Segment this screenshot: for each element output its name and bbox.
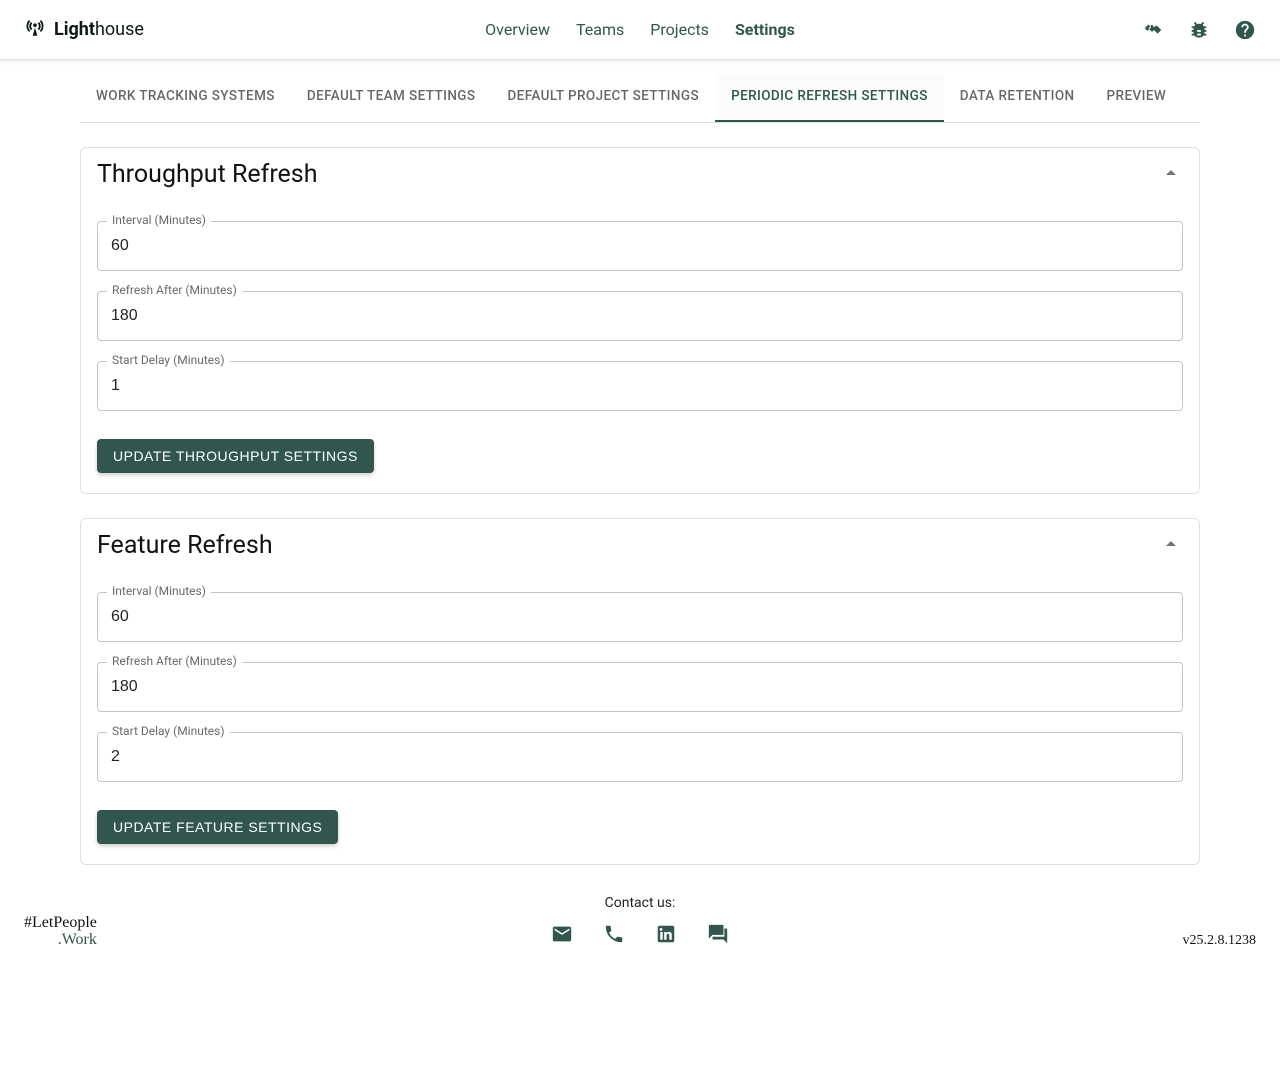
throughput-refresh-header[interactable]: Throughput Refresh: [81, 148, 1199, 193]
feature-refresh-after-input[interactable]: [97, 662, 1183, 712]
primary-nav: Overview Teams Projects Settings: [485, 20, 795, 39]
feature-refresh-card: Feature Refresh Interval (Minutes) Refre…: [80, 518, 1200, 865]
chat-icon[interactable]: [707, 923, 729, 949]
throughput-start-delay-input[interactable]: [97, 361, 1183, 411]
update-feature-button[interactable]: Update Feature Settings: [97, 810, 338, 844]
nav-overview[interactable]: Overview: [485, 20, 550, 39]
throughput-interval-input[interactable]: [97, 221, 1183, 271]
feature-start-delay-field: Start Delay (Minutes): [97, 732, 1183, 782]
throughput-refresh-card: Throughput Refresh Interval (Minutes) Re…: [80, 147, 1200, 494]
slogan-line2: .Work: [24, 932, 97, 949]
tab-work-tracking-systems[interactable]: Work Tracking Systems: [80, 74, 291, 122]
version-label: v25.2.8.1238: [1183, 933, 1257, 949]
chevron-up-icon: [1159, 532, 1183, 560]
linkedin-icon[interactable]: [655, 923, 677, 949]
tab-default-team-settings[interactable]: Default Team Settings: [291, 74, 492, 122]
nav-settings[interactable]: Settings: [735, 20, 795, 39]
app-header: Lighthouse Overview Teams Projects Setti…: [0, 0, 1280, 60]
handshake-icon[interactable]: [1142, 19, 1164, 41]
tab-data-retention[interactable]: Data Retention: [944, 74, 1091, 122]
slogan-line1: #LetPeople: [24, 914, 97, 931]
phone-icon[interactable]: [603, 923, 625, 949]
tab-default-project-settings[interactable]: Default Project Settings: [491, 74, 715, 122]
feature-interval-field: Interval (Minutes): [97, 592, 1183, 642]
start-delay-label: Start Delay (Minutes): [107, 353, 230, 367]
interval-label: Interval (Minutes): [107, 213, 211, 227]
throughput-refresh-after-input[interactable]: [97, 291, 1183, 341]
settings-subtabs: Work Tracking Systems Default Team Setti…: [80, 74, 1200, 123]
app-footer: #LetPeople .Work Contact us: v25.2.8.123…: [0, 905, 1280, 965]
throughput-start-delay-field: Start Delay (Minutes): [97, 361, 1183, 411]
tab-periodic-refresh-settings[interactable]: Periodic Refresh Settings: [715, 74, 944, 122]
refresh-after-label: Refresh After (Minutes): [107, 654, 242, 668]
throughput-refresh-title: Throughput Refresh: [97, 160, 317, 189]
interval-label: Interval (Minutes): [107, 584, 211, 598]
throughput-refresh-after-field: Refresh After (Minutes): [97, 291, 1183, 341]
update-throughput-button[interactable]: Update Throughput Settings: [97, 439, 374, 473]
help-icon[interactable]: [1234, 19, 1256, 41]
start-delay-label: Start Delay (Minutes): [107, 724, 230, 738]
nav-projects[interactable]: Projects: [650, 20, 709, 39]
slogan: #LetPeople .Work: [24, 915, 97, 949]
feature-refresh-after-field: Refresh After (Minutes): [97, 662, 1183, 712]
mail-icon[interactable]: [551, 923, 573, 949]
nav-teams[interactable]: Teams: [576, 20, 624, 39]
app-name: Lighthouse: [54, 19, 144, 40]
contact-block: Contact us:: [551, 895, 729, 949]
refresh-after-label: Refresh After (Minutes): [107, 283, 242, 297]
feature-refresh-header[interactable]: Feature Refresh: [81, 519, 1199, 564]
broadcast-tower-icon: [24, 16, 46, 43]
feature-refresh-title: Feature Refresh: [97, 531, 273, 560]
feature-start-delay-input[interactable]: [97, 732, 1183, 782]
feature-interval-input[interactable]: [97, 592, 1183, 642]
contact-label: Contact us:: [551, 895, 729, 911]
bug-icon[interactable]: [1188, 19, 1210, 41]
tab-preview[interactable]: Preview: [1091, 74, 1183, 122]
header-actions: [1142, 19, 1256, 41]
app-logo[interactable]: Lighthouse: [24, 16, 144, 43]
chevron-up-icon: [1159, 161, 1183, 189]
throughput-interval-field: Interval (Minutes): [97, 221, 1183, 271]
